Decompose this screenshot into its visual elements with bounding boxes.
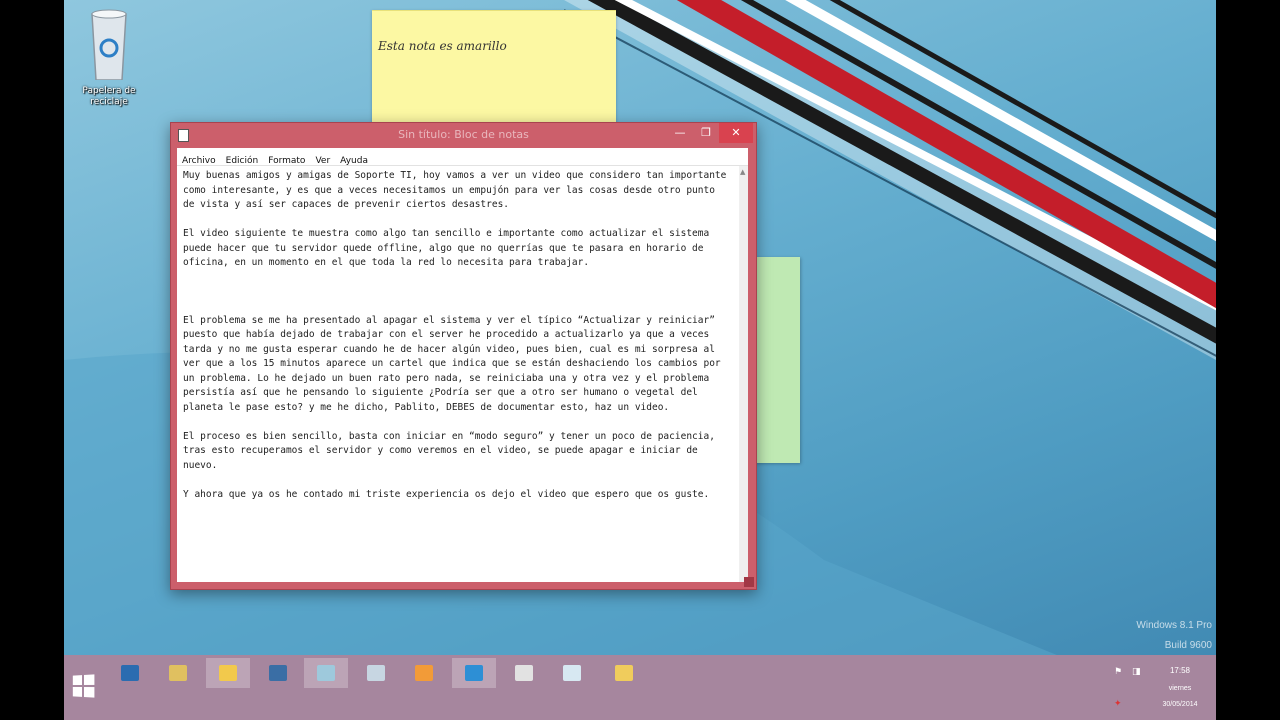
taskbar-remote-desktop[interactable] — [502, 658, 546, 688]
windows-logo-pane — [72, 675, 83, 686]
close-button[interactable]: ✕ — [719, 123, 753, 143]
taskbar-paint[interactable] — [156, 658, 200, 688]
network-icon[interactable]: ◨ — [1132, 667, 1141, 677]
document-icon — [563, 665, 581, 681]
sticky-note-yellow[interactable]: Esta nota es amarillo — [372, 10, 616, 129]
notepad-icon — [317, 665, 335, 681]
windows-logo-pane — [83, 687, 95, 698]
taskbar-powershell[interactable] — [108, 658, 152, 688]
clock-time[interactable]: 17:58 — [1150, 666, 1210, 675]
taskbar-server-manager[interactable] — [256, 658, 300, 688]
internet-explorer-icon — [465, 665, 483, 681]
clock-day[interactable]: viernes — [1150, 685, 1210, 692]
document-text[interactable]: Muy buenas amigos y amigas de Soporte TI… — [177, 166, 748, 502]
sticky-note-text: Esta nota es amarillo — [378, 39, 507, 53]
scroll-up-arrow-icon[interactable]: ▲ — [740, 168, 745, 176]
recycle-bin-label: Papelera de reciclaje — [82, 86, 136, 107]
windows-logo-pane — [72, 686, 83, 697]
clock-date[interactable]: 30/05/2014 — [1150, 701, 1210, 708]
resize-grip-icon[interactable] — [744, 577, 754, 587]
taskbar-photos[interactable] — [354, 658, 398, 688]
taskbar-document[interactable] — [550, 658, 594, 688]
action-center-icon[interactable]: ⚑ — [1114, 667, 1122, 677]
paragraph-1: Muy buenas amigos y amigas de Soporte TI… — [183, 170, 727, 210]
menu-bar: Archivo Edición Formato Ver Ayuda — [177, 148, 748, 166]
media-player-icon — [415, 665, 433, 681]
paragraph-5: Y ahora que ya os he contado mi triste e… — [183, 488, 710, 500]
folder-icon — [615, 665, 633, 681]
desktop: Papelera de reciclaje Esta nota es amari… — [64, 0, 1216, 720]
photos-icon — [367, 665, 385, 681]
remote-desktop-icon — [515, 665, 533, 681]
powershell-icon — [121, 665, 139, 681]
flag-alert-icon[interactable]: ✦ — [1114, 699, 1122, 709]
server-manager-icon — [269, 665, 287, 681]
paint-icon — [169, 665, 187, 681]
taskbar-folder[interactable] — [602, 658, 646, 688]
system-tray: ⚑ ◨ ✦ 17:58 viernes 30/05/2014 — [1106, 655, 1216, 720]
text-editor-area[interactable]: Muy buenas amigos y amigas de Soporte TI… — [177, 166, 748, 582]
title-bar[interactable]: Sin título: Bloc de notas — ❐ ✕ — [171, 123, 756, 147]
maximize-button[interactable]: ❐ — [693, 123, 719, 143]
windows-logo-pane — [83, 674, 95, 685]
file-explorer-icon — [219, 665, 237, 681]
start-button[interactable] — [72, 674, 95, 698]
recycle-bin-shortcut[interactable]: Papelera de reciclaje — [76, 6, 142, 108]
minimize-button[interactable]: — — [667, 123, 693, 143]
sticky-note-green[interactable] — [754, 257, 800, 463]
taskbar-notepad[interactable] — [304, 658, 348, 688]
paragraph-3: El problema se me ha presentado al apaga… — [183, 314, 721, 413]
vertical-scrollbar[interactable]: ▲ — [739, 166, 748, 582]
os-watermark-edition: Windows 8.1 Pro — [1136, 620, 1212, 631]
paragraph-4: El proceso es bien sencillo, basta con i… — [183, 430, 715, 471]
notepad-window[interactable]: Sin título: Bloc de notas — ❐ ✕ Archivo E… — [170, 122, 757, 590]
taskbar-media-player[interactable] — [402, 658, 446, 688]
taskbar: ⚑ ◨ ✦ 17:58 viernes 30/05/2014 — [64, 655, 1216, 720]
taskbar-internet-explorer[interactable] — [452, 658, 496, 688]
os-watermark-build: Build 9600 — [1164, 640, 1212, 651]
paragraph-2: El video siguiente te muestra como algo … — [183, 228, 710, 268]
taskbar-file-explorer[interactable] — [206, 658, 250, 688]
recycle-bin-icon — [91, 9, 127, 81]
